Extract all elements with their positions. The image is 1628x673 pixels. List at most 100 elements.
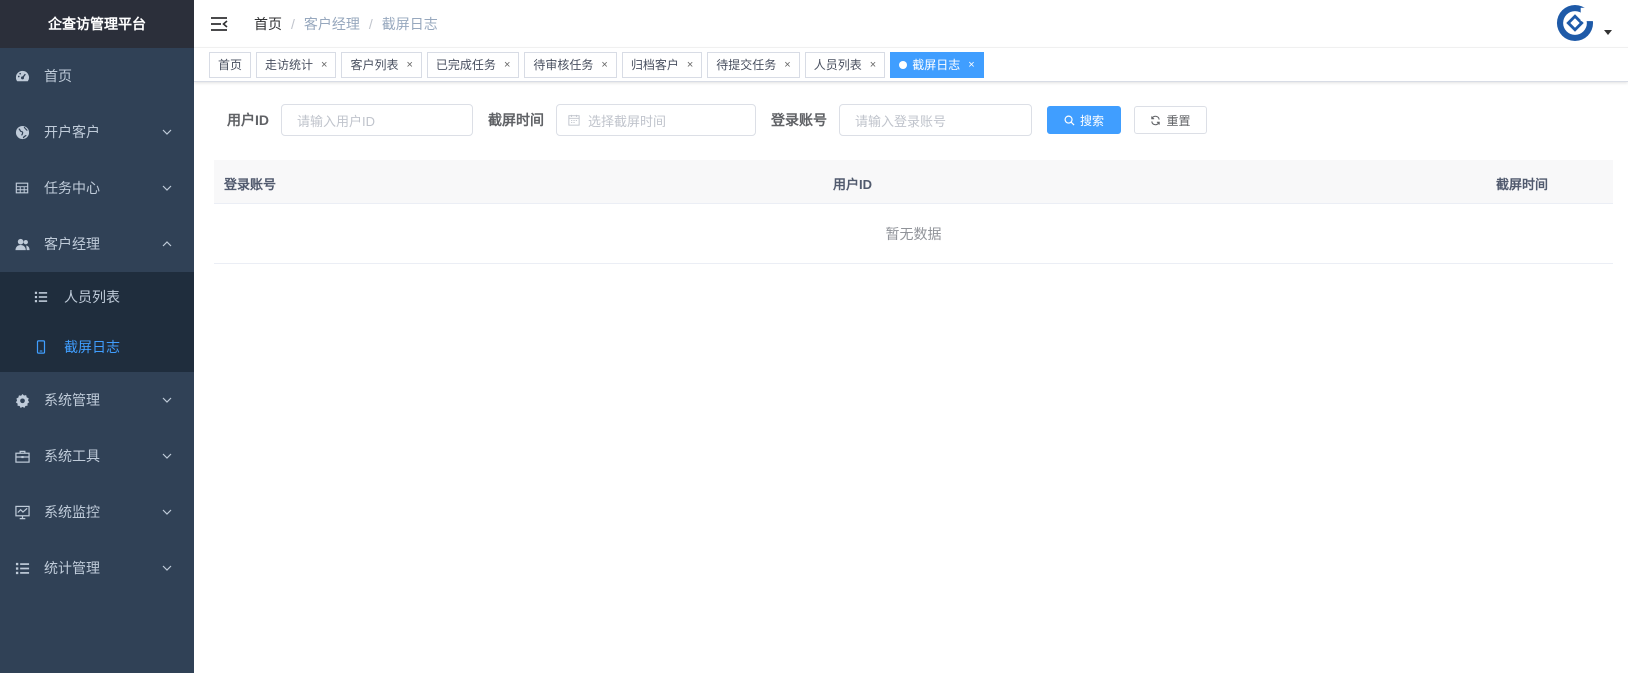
table-header: 登录账号 用户ID 截屏时间 — [214, 160, 1613, 204]
sidebar-item-label: 首页 — [44, 68, 72, 84]
user-id-input[interactable]: 请输入用户ID — [281, 104, 473, 136]
dashboard-icon — [14, 68, 30, 84]
sidebar-item-system-monitor[interactable]: 系统监控 — [0, 484, 194, 540]
sidebar-item-label: 人员列表 — [64, 289, 120, 305]
tag-staff-list[interactable]: 人员列表 × — [804, 51, 886, 78]
toolbox-icon — [14, 448, 30, 464]
close-icon[interactable]: × — [406, 59, 412, 71]
sidebar-item-label: 开户客户 — [44, 124, 100, 140]
time-label: 截屏时间 — [488, 112, 544, 128]
close-icon[interactable]: × — [601, 59, 607, 71]
sidebar-item-label: 客户经理 — [44, 236, 100, 252]
user-menu[interactable] — [1556, 4, 1612, 42]
tag-label: 客户列表 — [350, 58, 399, 72]
tag-label: 归档客户 — [630, 58, 679, 72]
chevron-down-icon — [162, 509, 172, 515]
chevron-down-icon — [162, 397, 172, 403]
chevron-down-icon — [162, 453, 172, 459]
tag-visit-stats[interactable]: 走访统计 × — [256, 51, 337, 78]
tag-archived-customers[interactable]: 归档客户 × — [621, 51, 703, 78]
reset-button[interactable]: 重置 — [1134, 106, 1207, 134]
column-header: 用户ID — [833, 177, 873, 192]
column-header: 登录账号 — [224, 177, 277, 192]
sidebar-item-statistics[interactable]: 统计管理 — [0, 540, 194, 596]
list-icon — [14, 560, 30, 576]
search-button-label: 搜索 — [1079, 113, 1104, 128]
submenu-managers: 人员列表 截屏日志 — [0, 272, 194, 372]
calendar-icon — [568, 114, 580, 126]
table-icon — [14, 180, 30, 196]
column-header: 截屏时间 — [1496, 177, 1549, 192]
close-icon[interactable]: × — [687, 59, 693, 71]
sidebar-item-label: 系统监控 — [44, 504, 100, 520]
data-table: 登录账号 用户ID 截屏时间 暂无数据 — [214, 160, 1613, 264]
navbar: 首页 / 客户经理 / 截屏日志 — [194, 0, 1628, 48]
sidebar-item-label: 任务中心 — [44, 180, 100, 196]
tag-customer-list[interactable]: 客户列表 × — [341, 51, 422, 78]
app-title: 企查访管理平台 — [0, 0, 194, 48]
account-input[interactable]: 请输入登录账号 — [839, 104, 1032, 136]
sidebar-item-label: 系统管理 — [44, 392, 100, 408]
close-icon[interactable]: × — [321, 59, 327, 71]
search-button[interactable]: 搜索 — [1047, 106, 1121, 134]
active-dot — [899, 60, 908, 69]
chevron-up-icon — [162, 241, 172, 247]
close-icon[interactable]: × — [784, 59, 790, 71]
sidebar-item-staff-list[interactable]: 人员列表 — [0, 272, 194, 322]
tags-view: 首页 走访统计 × 客户列表 × 已完成任务 × 待审核任务 × 归档客户 × 待提交任务… — [194, 48, 1628, 82]
refresh-icon — [1150, 115, 1161, 126]
filter-form: 用户ID 请输入用户ID 截屏时间 选择截屏时间 登录账号 请输入登录账号 搜索… — [227, 104, 1207, 136]
reset-button-label: 重置 — [1166, 113, 1191, 128]
sidebar-item-system-admin[interactable]: 系统管理 — [0, 372, 194, 428]
chevron-down-icon — [162, 565, 172, 571]
close-icon[interactable]: × — [968, 59, 974, 71]
sidebar-item-system-tools[interactable]: 系统工具 — [0, 428, 194, 484]
people-icon — [14, 236, 30, 252]
gear-icon — [14, 392, 30, 408]
user-id-label: 用户ID — [227, 112, 269, 128]
sidebar-item-home[interactable]: 首页 — [0, 48, 194, 104]
chevron-down-icon — [162, 129, 172, 135]
sidebar-item-managers[interactable]: 客户经理 — [0, 216, 194, 272]
time-picker[interactable]: 选择截屏时间 — [556, 104, 756, 136]
breadcrumb-managers: 客户经理 — [303, 15, 360, 32]
tag-label: 首页 — [218, 58, 243, 72]
breadcrumb-current: 截屏日志 — [381, 15, 438, 32]
breadcrumb-home[interactable]: 首页 — [254, 14, 282, 34]
time-placeholder: 选择截屏时间 — [588, 113, 667, 129]
tag-label: 人员列表 — [813, 58, 862, 72]
sidebar-item-screenshot-log[interactable]: 截屏日志 — [0, 322, 194, 372]
tag-label: 待审核任务 — [533, 58, 594, 72]
main-area: 首页 / 客户经理 / 截屏日志 首页 走访统计 × 客户列表 × 已完成任务 … — [194, 0, 1628, 673]
search-icon — [1064, 115, 1075, 126]
sidebar-item-label: 系统工具 — [44, 448, 100, 464]
tag-home[interactable]: 首页 — [209, 51, 252, 78]
chevron-down-icon — [162, 185, 172, 191]
close-icon[interactable]: × — [504, 59, 510, 71]
sidebar-item-label: 统计管理 — [44, 560, 100, 576]
sidebar-item-tasks[interactable]: 任务中心 — [0, 160, 194, 216]
avatar[interactable] — [1556, 4, 1594, 42]
breadcrumb: 首页 / 客户经理 / 截屏日志 — [254, 14, 438, 34]
tag-completed-tasks[interactable]: 已完成任务 × — [426, 51, 520, 78]
sidebar-item-accounts[interactable]: 开户客户 — [0, 104, 194, 160]
monitor-icon — [14, 504, 30, 520]
globe-icon — [14, 124, 30, 140]
tag-label: 截屏日志 — [912, 58, 961, 72]
tag-pending-review[interactable]: 待审核任务 × — [524, 51, 617, 78]
breadcrumb-separator: / — [291, 15, 295, 32]
phone-icon — [34, 340, 48, 354]
empty-state: 暂无数据 — [214, 204, 1613, 264]
list-icon — [34, 290, 48, 304]
tag-label: 待提交任务 — [716, 58, 777, 72]
tag-pending-submit[interactable]: 待提交任务 × — [707, 51, 800, 78]
hamburger-icon[interactable] — [210, 14, 230, 34]
tag-screenshot-log[interactable]: 截屏日志 × — [890, 51, 984, 78]
sidebar: 企查访管理平台 首页 开户客户 任务中心 客户经理 人员列表 截屏日志 系统管理… — [0, 0, 194, 673]
tag-label: 走访统计 — [265, 58, 314, 72]
caret-down-icon — [1604, 29, 1612, 35]
breadcrumb-separator: / — [368, 15, 373, 32]
account-label: 登录账号 — [771, 112, 827, 128]
tag-label: 已完成任务 — [435, 58, 496, 72]
close-icon[interactable]: × — [870, 59, 876, 71]
